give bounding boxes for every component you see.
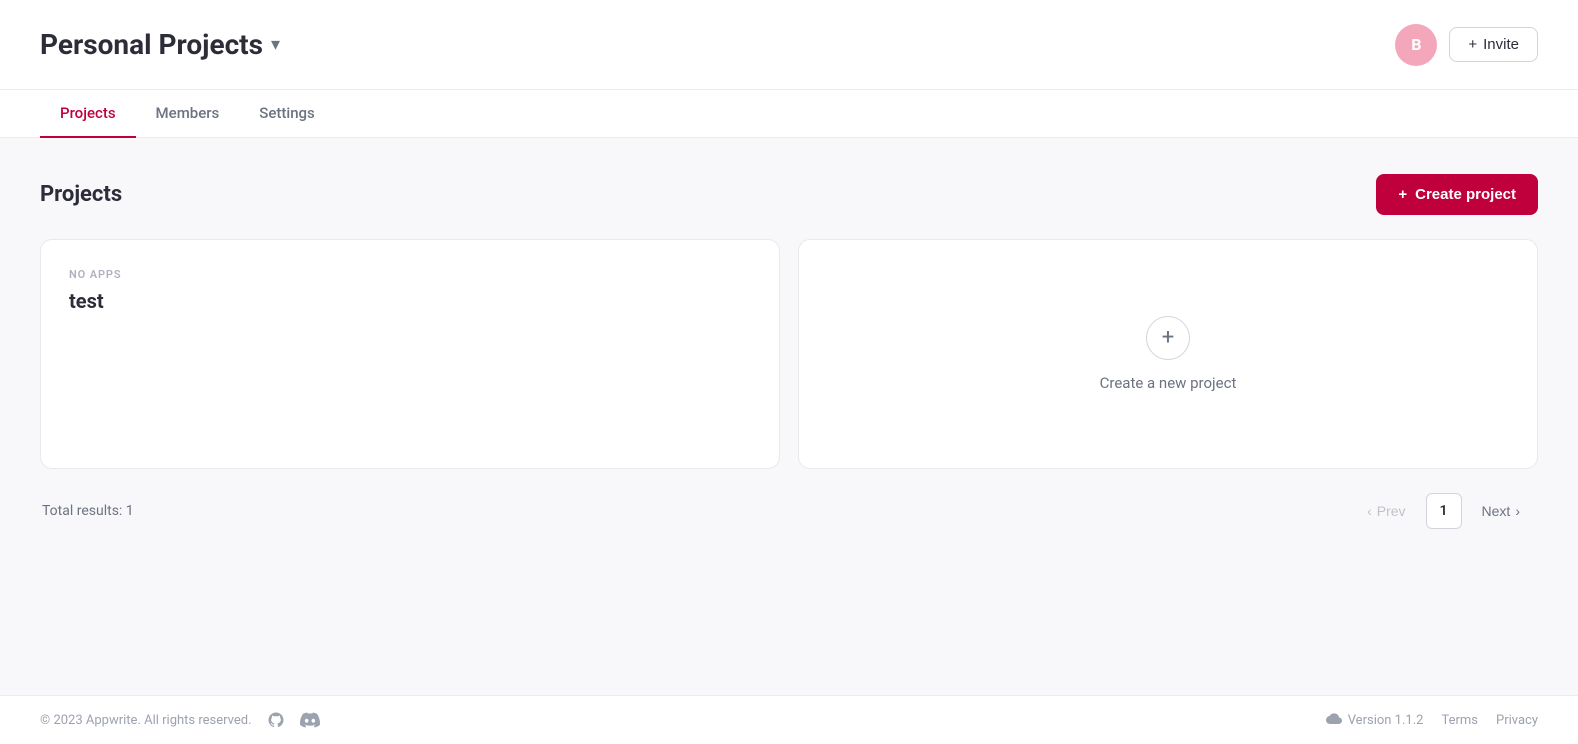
invite-plus-icon: + xyxy=(1468,36,1477,53)
create-project-label: Create project xyxy=(1415,186,1516,203)
header: Personal Projects ▾ B + Invite xyxy=(0,0,1578,90)
invite-button[interactable]: + Invite xyxy=(1449,27,1538,62)
avatar: B xyxy=(1395,24,1437,66)
tab-members[interactable]: Members xyxy=(136,90,240,138)
pagination-controls: ‹ Prev 1 Next › xyxy=(1351,493,1536,529)
page-title: Personal Projects xyxy=(40,28,263,61)
prev-label: Prev xyxy=(1377,503,1406,519)
header-right: B + Invite xyxy=(1395,24,1538,66)
footer-left: © 2023 Appwrite. All rights reserved. xyxy=(40,710,320,730)
section-header: Projects + Create project xyxy=(40,174,1538,215)
card-project-name: test xyxy=(69,289,751,313)
version-badge: Version 1.1.2 xyxy=(1326,712,1424,728)
card-app-count: NO APPS xyxy=(69,268,751,281)
next-label: Next xyxy=(1482,503,1511,519)
next-chevron-icon: › xyxy=(1515,503,1520,519)
privacy-link[interactable]: Privacy xyxy=(1496,713,1538,728)
prev-button[interactable]: ‹ Prev xyxy=(1351,495,1421,527)
next-button[interactable]: Next › xyxy=(1466,495,1536,527)
chevron-down-icon[interactable]: ▾ xyxy=(271,34,280,55)
terms-link[interactable]: Terms xyxy=(1441,713,1478,728)
github-icon[interactable] xyxy=(266,710,286,730)
project-card[interactable]: NO APPS test xyxy=(40,239,780,469)
projects-grid: NO APPS test + Create a new project xyxy=(40,239,1538,469)
pagination-row: Total results: 1 ‹ Prev 1 Next › xyxy=(40,493,1538,529)
cloud-icon xyxy=(1326,712,1342,728)
current-page: 1 xyxy=(1426,493,1462,529)
new-project-card[interactable]: + Create a new project xyxy=(798,239,1538,469)
section-title: Projects xyxy=(40,182,122,207)
tabs-bar: Projects Members Settings xyxy=(0,90,1578,138)
prev-chevron-icon: ‹ xyxy=(1367,503,1372,519)
footer: © 2023 Appwrite. All rights reserved. Ve… xyxy=(0,695,1578,744)
version-label: Version 1.1.2 xyxy=(1348,713,1424,728)
discord-icon[interactable] xyxy=(300,710,320,730)
main-content: Projects + Create project NO APPS test +… xyxy=(0,138,1578,696)
new-project-label: Create a new project xyxy=(1100,374,1237,392)
total-results: Total results: 1 xyxy=(42,503,134,519)
copyright: © 2023 Appwrite. All rights reserved. xyxy=(40,713,252,728)
footer-right: Version 1.1.2 Terms Privacy xyxy=(1326,712,1538,728)
invite-label: Invite xyxy=(1483,36,1519,53)
new-project-plus-icon: + xyxy=(1146,316,1190,360)
create-project-button[interactable]: + Create project xyxy=(1376,174,1538,215)
header-left: Personal Projects ▾ xyxy=(40,28,280,61)
tab-settings[interactable]: Settings xyxy=(239,90,335,138)
tab-projects[interactable]: Projects xyxy=(40,90,136,138)
create-plus-icon: + xyxy=(1398,186,1407,203)
